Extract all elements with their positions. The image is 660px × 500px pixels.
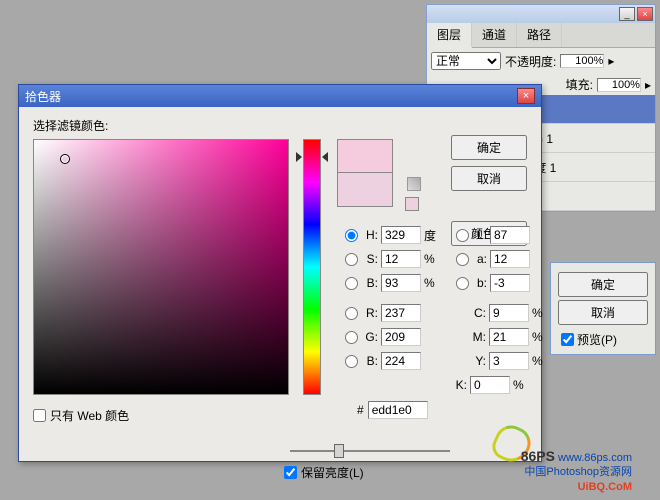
new-color-swatch[interactable] — [337, 139, 393, 173]
blue-input[interactable] — [381, 352, 421, 370]
saturation-value-field[interactable] — [33, 139, 289, 395]
side-panel: 确定 取消 预览(P) — [550, 262, 656, 355]
dialog-titlebar[interactable]: 拾色器 × — [19, 85, 541, 107]
hex-row: # — [357, 401, 428, 419]
l-label: L: — [471, 228, 487, 242]
watermark-line2: 中国Photoshop资源网 — [521, 465, 632, 479]
c-unit: % — [532, 306, 543, 320]
bb-label: b: — [471, 276, 487, 290]
brightness-unit: % — [424, 276, 442, 290]
ok-button[interactable]: 确定 — [558, 272, 648, 297]
c-input[interactable] — [489, 304, 529, 322]
s-label: S: — [360, 252, 378, 266]
m-input[interactable] — [489, 328, 529, 346]
h-label: H: — [360, 228, 378, 242]
m-unit: % — [532, 330, 543, 344]
fill-chevron-icon[interactable]: ▸ — [645, 78, 651, 92]
preview-checkbox[interactable] — [561, 333, 574, 346]
slider-track — [290, 450, 450, 452]
y-label: Y: — [470, 354, 486, 368]
density-slider[interactable] — [290, 444, 450, 458]
blue-label: B: — [360, 354, 378, 368]
hex-input[interactable] — [368, 401, 428, 419]
g-input[interactable] — [381, 328, 421, 346]
blend-mode-select[interactable]: 正常 — [431, 52, 501, 70]
watermark-brand: 86PS — [521, 448, 555, 464]
color-values-grid: H: 度 L: S: % a: B: % b: R: — [345, 223, 543, 397]
color-picker-dialog: 拾色器 × 选择滤镜颜色: 确定 取消 颜色库 H: 度 L: — [18, 84, 542, 462]
s-unit: % — [424, 252, 442, 266]
panel-titlebar: _ × — [427, 5, 655, 23]
ok-button[interactable]: 确定 — [451, 135, 527, 160]
brightness-input[interactable] — [381, 274, 421, 292]
bb-radio[interactable] — [456, 277, 469, 290]
hue-indicator-right-icon — [322, 152, 328, 162]
blend-row: 正常 不透明度: ▸ — [427, 48, 655, 74]
k-input[interactable] — [470, 376, 510, 394]
hue-radio[interactable] — [345, 229, 358, 242]
watermark: 86PS www.86ps.com 中国Photoshop资源网 UiBQ.Co… — [521, 447, 632, 494]
h-input[interactable] — [381, 226, 421, 244]
h-unit: 度 — [424, 227, 442, 244]
close-icon[interactable]: × — [517, 88, 535, 104]
dialog-title: 拾色器 — [25, 88, 61, 105]
opacity-label: 不透明度: — [505, 53, 556, 70]
y-unit: % — [532, 354, 543, 368]
web-only-checkbox[interactable] — [33, 409, 46, 422]
watermark-line3: UiBQ.CoM — [521, 480, 632, 494]
fill-input[interactable] — [597, 78, 641, 92]
g-radio[interactable] — [345, 331, 358, 344]
r-radio[interactable] — [345, 307, 358, 320]
opacity-chevron-icon[interactable]: ▸ — [608, 54, 614, 68]
tab-channels[interactable]: 通道 — [472, 23, 517, 47]
a-label: a: — [471, 252, 487, 266]
cancel-button[interactable]: 取消 — [558, 300, 648, 325]
watermark-url: www.86ps.com — [558, 452, 632, 464]
current-color-swatch[interactable] — [337, 173, 393, 207]
warning-swatch[interactable] — [405, 197, 419, 211]
k-unit: % — [513, 378, 524, 392]
c-label: C: — [470, 306, 486, 320]
a-radio[interactable] — [456, 253, 469, 266]
s-radio[interactable] — [345, 253, 358, 266]
minimize-button[interactable]: _ — [619, 7, 635, 21]
hue-slider[interactable] — [303, 139, 321, 395]
b-radio[interactable] — [345, 277, 358, 290]
l-radio[interactable] — [456, 229, 469, 242]
tab-paths[interactable]: 路径 — [517, 23, 562, 47]
s-input[interactable] — [381, 250, 421, 268]
y-input[interactable] — [489, 352, 529, 370]
r-input[interactable] — [381, 304, 421, 322]
opacity-input[interactable] — [560, 54, 604, 68]
web-only-text: 只有 Web 颜色 — [50, 407, 129, 424]
k-label: K: — [451, 378, 467, 392]
preserve-luminosity-label[interactable]: 保留亮度(L) — [284, 464, 364, 481]
brightness-label: B: — [360, 276, 378, 290]
cancel-button[interactable]: 取消 — [451, 166, 527, 191]
fill-label: 填充: — [566, 76, 593, 93]
m-label: M: — [470, 330, 486, 344]
hue-indicator-left-icon — [296, 152, 302, 162]
g-label: G: — [360, 330, 378, 344]
preview-text: 预览(P) — [577, 331, 617, 348]
close-button[interactable]: × — [637, 7, 653, 21]
web-only-checkbox-label[interactable]: 只有 Web 颜色 — [33, 407, 129, 424]
panel-tabs: 图层 通道 路径 — [427, 23, 655, 48]
cube-icon — [407, 177, 421, 191]
picker-label: 选择滤镜颜色: — [33, 117, 527, 134]
bb-input[interactable] — [490, 274, 530, 292]
slider-thumb[interactable] — [334, 444, 344, 458]
preserve-luminosity-checkbox[interactable] — [284, 466, 297, 479]
r-label: R: — [360, 306, 378, 320]
sv-cursor[interactable] — [60, 154, 70, 164]
blue-radio[interactable] — [345, 355, 358, 368]
hash-label: # — [357, 403, 364, 417]
a-input[interactable] — [490, 250, 530, 268]
l-input[interactable] — [490, 226, 530, 244]
preview-checkbox-label[interactable]: 预览(P) — [561, 331, 649, 348]
preserve-luminosity-text: 保留亮度(L) — [301, 464, 364, 481]
tab-layers[interactable]: 图层 — [427, 23, 472, 48]
